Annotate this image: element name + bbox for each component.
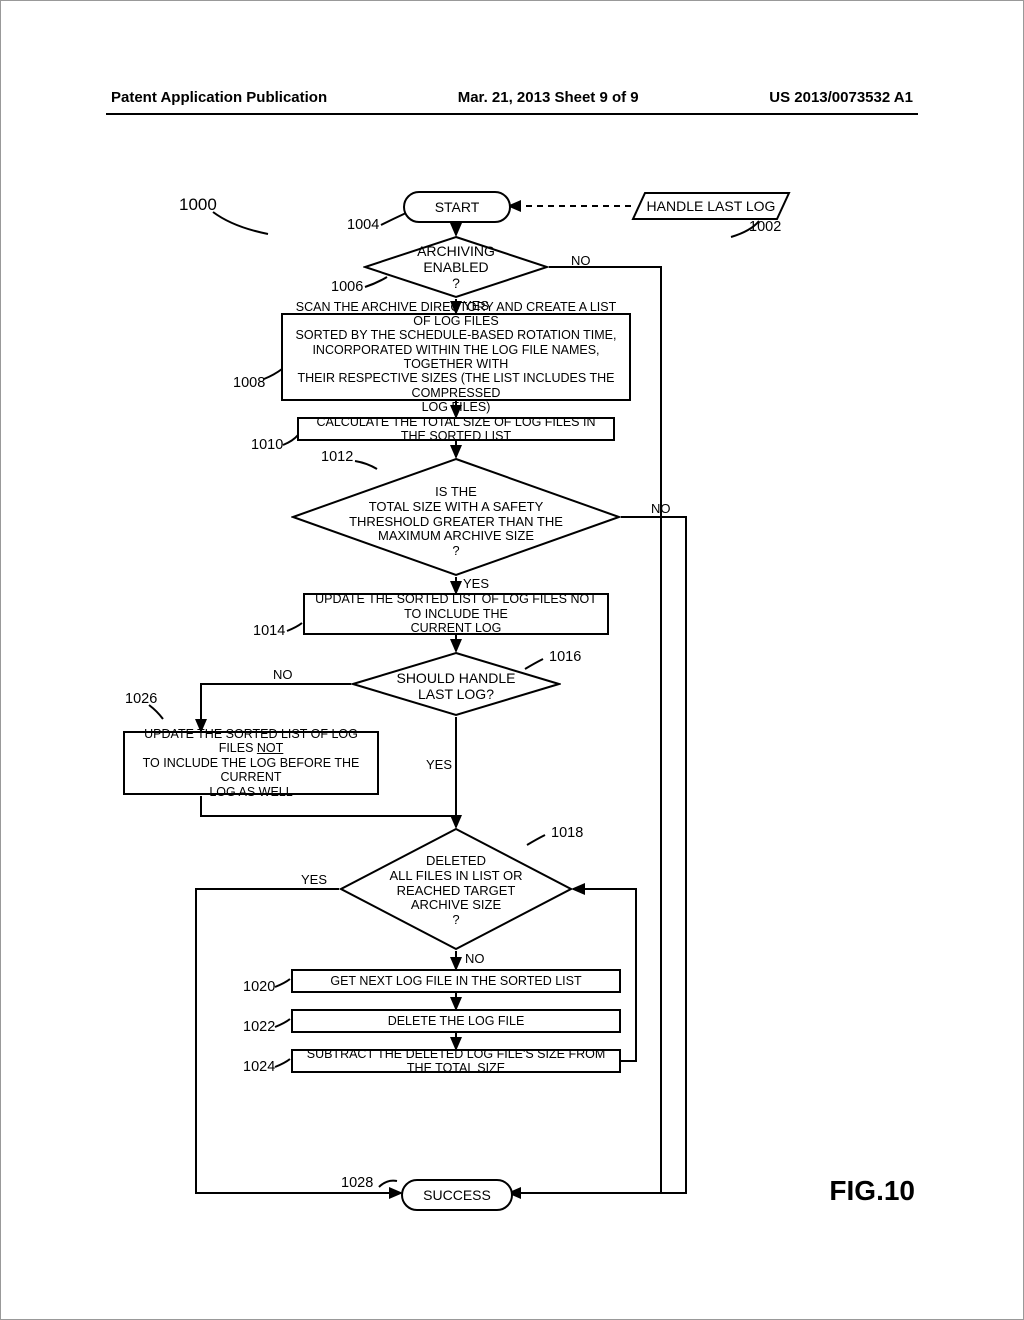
node-update-not-include: UPDATE THE SORTED LIST OF LOG FILES NOT …	[123, 731, 379, 795]
node-archiving-text: ARCHIVING ENABLED ?	[363, 241, 549, 293]
ref-1008: 1008	[233, 375, 265, 391]
patent-page: Patent Application Publication Mar. 21, …	[0, 0, 1024, 1320]
ref-1016: 1016	[549, 649, 581, 665]
ref-1002: 1002	[749, 219, 781, 235]
node-should-handle: SHOULD HANDLE LAST LOG?	[351, 651, 561, 717]
node-calc-text: CALCULATE THE TOTAL SIZE OF LOG FILES IN…	[303, 415, 609, 444]
ref-1006: 1006	[331, 279, 363, 295]
edge-no-1016: NO	[273, 667, 293, 682]
node-archiving-enabled: ARCHIVING ENABLED ?	[363, 235, 549, 299]
ref-1004: 1004	[347, 217, 379, 233]
figure-number: FIG.10	[829, 1175, 915, 1207]
node-subtract: SUBTRACT THE DELETED LOG FILE'S SIZE FRO…	[291, 1049, 621, 1073]
edge-yes-1016: YES	[426, 757, 452, 772]
node-update-list: UPDATE THE SORTED LIST OF LOG FILES NOT …	[303, 593, 609, 635]
node-update2-c: TO INCLUDE THE LOG BEFORE THE CURRENT LO…	[143, 756, 360, 799]
node-total-size-check: IS THE TOTAL SIZE WITH A SAFETY THRESHOL…	[291, 457, 621, 577]
node-total-size-text: IS THE TOTAL SIZE WITH A SAFETY THRESHOL…	[291, 477, 621, 567]
node-start: START	[403, 191, 511, 223]
node-delete-text: DELETE THE LOG FILE	[388, 1014, 525, 1028]
node-scan-archive: SCAN THE ARCHIVE DIRECTORY AND CREATE A …	[281, 313, 631, 401]
node-success-text: SUCCESS	[423, 1187, 491, 1203]
header-rule	[106, 113, 918, 115]
ref-1022: 1022	[243, 1019, 275, 1035]
ref-1012: 1012	[321, 449, 353, 465]
node-scan-text: SCAN THE ARCHIVE DIRECTORY AND CREATE A …	[287, 300, 625, 415]
node-update2-b-underlined: NOT	[257, 741, 283, 755]
ref-1028: 1028	[341, 1175, 373, 1191]
ref-1010: 1010	[251, 437, 283, 453]
flowchart-figure: 1000 START 1004 HANDLE LAST LOG 1002 ARC…	[1, 179, 1024, 1254]
header-right: US 2013/0073532 A1	[769, 89, 913, 106]
node-subtract-text: SUBTRACT THE DELETED LOG FILE'S SIZE FRO…	[297, 1047, 615, 1076]
node-get-next: GET NEXT LOG FILE IN THE SORTED LIST	[291, 969, 621, 993]
ref-1018: 1018	[551, 825, 583, 841]
edge-no-1006: NO	[571, 253, 591, 268]
node-update-text: UPDATE THE SORTED LIST OF LOG FILES NOT …	[309, 592, 603, 635]
edge-no-1018: NO	[465, 951, 485, 966]
edge-yes-1012: YES	[463, 576, 489, 591]
header-left: Patent Application Publication	[111, 89, 327, 106]
node-handle-lastlog-text: HANDLE LAST LOG	[631, 191, 791, 221]
edge-no-1012: NO	[651, 501, 671, 516]
ref-1026: 1026	[125, 691, 157, 707]
node-deleted-text: DELETED ALL FILES IN LIST OR REACHED TAR…	[339, 845, 573, 937]
edge-yes-1018: YES	[301, 872, 327, 887]
node-should-text: SHOULD HANDLE LAST LOG?	[351, 665, 561, 707]
node-success: SUCCESS	[401, 1179, 513, 1211]
node-update2-wrap: UPDATE THE SORTED LIST OF LOG FILES NOT …	[129, 727, 373, 799]
node-calc-total: CALCULATE THE TOTAL SIZE OF LOG FILES IN…	[297, 417, 615, 441]
node-start-text: START	[435, 199, 480, 215]
node-deleted-check: DELETED ALL FILES IN LIST OR REACHED TAR…	[339, 827, 573, 951]
header-center: Mar. 21, 2013 Sheet 9 of 9	[458, 89, 639, 106]
page-header: Patent Application Publication Mar. 21, …	[1, 89, 1023, 106]
node-delete-log: DELETE THE LOG FILE	[291, 1009, 621, 1033]
ref-1014: 1014	[253, 623, 285, 639]
ref-1024: 1024	[243, 1059, 275, 1075]
ref-1020: 1020	[243, 979, 275, 995]
ref-1000: 1000	[179, 195, 217, 215]
node-handle-last-log-input: HANDLE LAST LOG	[631, 191, 791, 221]
node-update2-a: UPDATE THE SORTED LIST OF LOG FILES	[144, 727, 358, 755]
node-get-next-text: GET NEXT LOG FILE IN THE SORTED LIST	[330, 974, 581, 988]
